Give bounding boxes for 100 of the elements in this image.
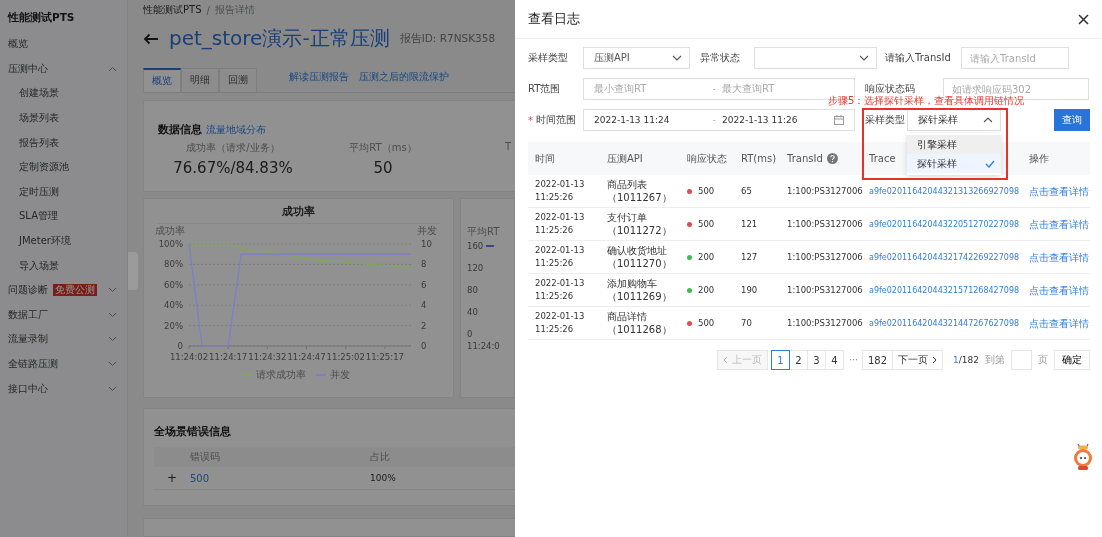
trace-link[interactable]: a9fe02011642044321742269227098 bbox=[869, 253, 1020, 262]
robot-icon[interactable] bbox=[1072, 443, 1094, 471]
table-cell: 500 bbox=[698, 316, 715, 330]
tab[interactable]: 概览 bbox=[143, 67, 181, 92]
calendar-icon bbox=[834, 115, 844, 125]
tick-label: 120 bbox=[467, 263, 484, 273]
tick-label: 11:24:02 bbox=[169, 352, 209, 362]
table-cell-text: 2022-01-13 11:25:26 bbox=[534, 310, 586, 336]
sidebar-item[interactable]: SLA管理 bbox=[8, 204, 127, 229]
link[interactable]: 流量地域分布 bbox=[206, 122, 266, 137]
sidebar-item[interactable]: 场景列表 bbox=[8, 105, 127, 131]
badge: 免费公测 bbox=[53, 284, 97, 297]
error-code-link[interactable]: 500 bbox=[190, 472, 370, 484]
menu-label: 数据工厂 bbox=[8, 307, 48, 322]
detail-link[interactable]: 点击查看详情 bbox=[1029, 218, 1089, 230]
range-separator: - bbox=[711, 115, 717, 125]
input-field[interactable]: 请输入TransId bbox=[961, 47, 1069, 69]
trace-link[interactable]: a9fe02011642044321447267627098 bbox=[869, 319, 1020, 328]
table-cell-text: 支付订单（1011272） bbox=[606, 211, 673, 237]
sidebar-item[interactable]: 全链路压测 bbox=[8, 351, 127, 377]
breadcrumb-item: / bbox=[206, 4, 210, 16]
page-input[interactable] bbox=[1011, 350, 1032, 370]
link[interactable]: 压测之后的限流保护 bbox=[359, 70, 449, 85]
sidebar-item[interactable]: 创建场景 bbox=[8, 81, 127, 106]
trace-link[interactable]: a9fe02011642044322051270227098 bbox=[869, 220, 1020, 229]
back-arrow-icon[interactable] bbox=[143, 33, 159, 45]
menu-option[interactable]: 探针采样 bbox=[907, 154, 1001, 173]
sidebar-item[interactable]: 定制资源池 bbox=[8, 154, 127, 180]
sidebar-item[interactable]: 导入场景 bbox=[8, 253, 127, 278]
sidebar-item[interactable]: 流量录制 bbox=[8, 327, 127, 352]
field-label: 采样类型 bbox=[865, 113, 906, 127]
date-range-field[interactable]: 2022-1-13 11:24 - 2022-1-13 11:26 bbox=[583, 109, 855, 131]
table-cell-text: 商品列表（1011267） bbox=[606, 178, 673, 204]
detail-link[interactable]: 点击查看详情 bbox=[1029, 251, 1089, 263]
page-button[interactable]: 1 bbox=[771, 350, 791, 370]
tick-label: 8 bbox=[421, 259, 427, 270]
pagination-ellipsis: ··· bbox=[848, 355, 859, 365]
tick-label: 0 bbox=[177, 341, 183, 351]
link[interactable]: 解读压测报告 bbox=[289, 70, 349, 85]
select-field[interactable]: 压测API bbox=[583, 47, 690, 69]
table-cell: 500 bbox=[698, 184, 715, 198]
menu-option[interactable]: 引擎采样 bbox=[907, 135, 1001, 154]
detail-link[interactable]: 点击查看详情 bbox=[1029, 284, 1089, 296]
column-header: Trace bbox=[869, 153, 896, 164]
column-header: TransId bbox=[787, 153, 823, 164]
goto-label: 到第 bbox=[985, 353, 1005, 367]
tab[interactable]: 明细 bbox=[181, 67, 219, 92]
expand-button[interactable]: + bbox=[154, 471, 190, 485]
page-button[interactable]: 4 bbox=[825, 350, 845, 370]
check-icon bbox=[985, 159, 995, 168]
report-id: 报告ID: R7NSK358 bbox=[399, 32, 496, 46]
sidebar-item[interactable]: JMeter环境 bbox=[8, 228, 127, 254]
page-title: pet_store演示-正常压测 bbox=[169, 25, 390, 53]
date-value: 2022-1-13 11:26 bbox=[722, 115, 799, 125]
sidebar-item[interactable]: 定时压测 bbox=[8, 179, 127, 205]
menu-label: 流量录制 bbox=[8, 332, 48, 347]
tick-label: 80% bbox=[164, 259, 183, 270]
table-cell-text: 127 bbox=[740, 250, 759, 264]
table-cell-text: 1:100:PS3127006 bbox=[786, 250, 862, 264]
sidebar-item[interactable]: 接口中心 bbox=[8, 376, 127, 401]
sidebar-item[interactable]: 概览 bbox=[8, 32, 127, 57]
sidebar-item[interactable]: 问题诊断 免费公测 bbox=[8, 277, 127, 303]
select-field[interactable]: 探针采样 bbox=[907, 109, 1001, 131]
help-icon[interactable] bbox=[826, 153, 838, 164]
table-cell-text: 1:100:PS3127006 bbox=[786, 217, 862, 231]
sidebar-item[interactable]: 数据工厂 bbox=[8, 302, 127, 328]
field-label: 请输入TransId bbox=[885, 51, 952, 65]
table-cell-text: 1:100:PS3127006 bbox=[786, 316, 862, 330]
field-label: 异常状态 bbox=[700, 51, 741, 65]
detail-link[interactable]: 点击查看详情 bbox=[1029, 185, 1089, 197]
table-cell-text: 2022-01-13 11:25:26 bbox=[534, 244, 586, 270]
tick-label: 100% bbox=[158, 239, 183, 249]
tick-label: 4 bbox=[421, 300, 427, 311]
menu-label: 接口中心 bbox=[8, 381, 48, 396]
close-icon[interactable] bbox=[1078, 13, 1089, 25]
metric-value: 50 bbox=[373, 158, 393, 177]
sidebar-item[interactable]: 压测中心 bbox=[8, 56, 127, 82]
field-label: 响应状态码 bbox=[865, 82, 916, 95]
column-header: 时间 bbox=[535, 151, 555, 166]
table-cell-text: 2022-01-13 11:25:26 bbox=[534, 178, 586, 204]
tick-label: 0 bbox=[421, 341, 427, 351]
chevron-icon bbox=[672, 55, 682, 61]
sidebar-item[interactable]: 报告列表 bbox=[8, 130, 127, 155]
table-cell-text: 1:100:PS3127006 bbox=[786, 184, 862, 198]
breadcrumb-item[interactable]: 性能测试PTS bbox=[143, 3, 202, 18]
card-title: 全场景错误信息 bbox=[154, 425, 232, 439]
tab[interactable]: 回溯 bbox=[219, 67, 257, 92]
table-cell: 200 bbox=[698, 250, 715, 264]
detail-link[interactable]: 点击查看详情 bbox=[1029, 317, 1089, 329]
trace-link[interactable]: a9fe02011642044321571268427098 bbox=[869, 286, 1020, 295]
collapse-handle[interactable] bbox=[128, 252, 138, 290]
tick-label: 80 bbox=[467, 285, 478, 295]
page-button[interactable]: 182 bbox=[861, 350, 894, 370]
page-button[interactable]: 下一页 bbox=[892, 350, 944, 370]
column-header: RT(ms) bbox=[741, 153, 777, 164]
trace-link[interactable]: a9fe02011642044321313266927098 bbox=[869, 187, 1020, 196]
select-field[interactable] bbox=[754, 47, 877, 69]
confirm-button[interactable]: 确定 bbox=[1054, 350, 1090, 370]
query-button[interactable]: 查询 bbox=[1054, 109, 1090, 131]
table-cell-text: 70 bbox=[740, 316, 753, 330]
